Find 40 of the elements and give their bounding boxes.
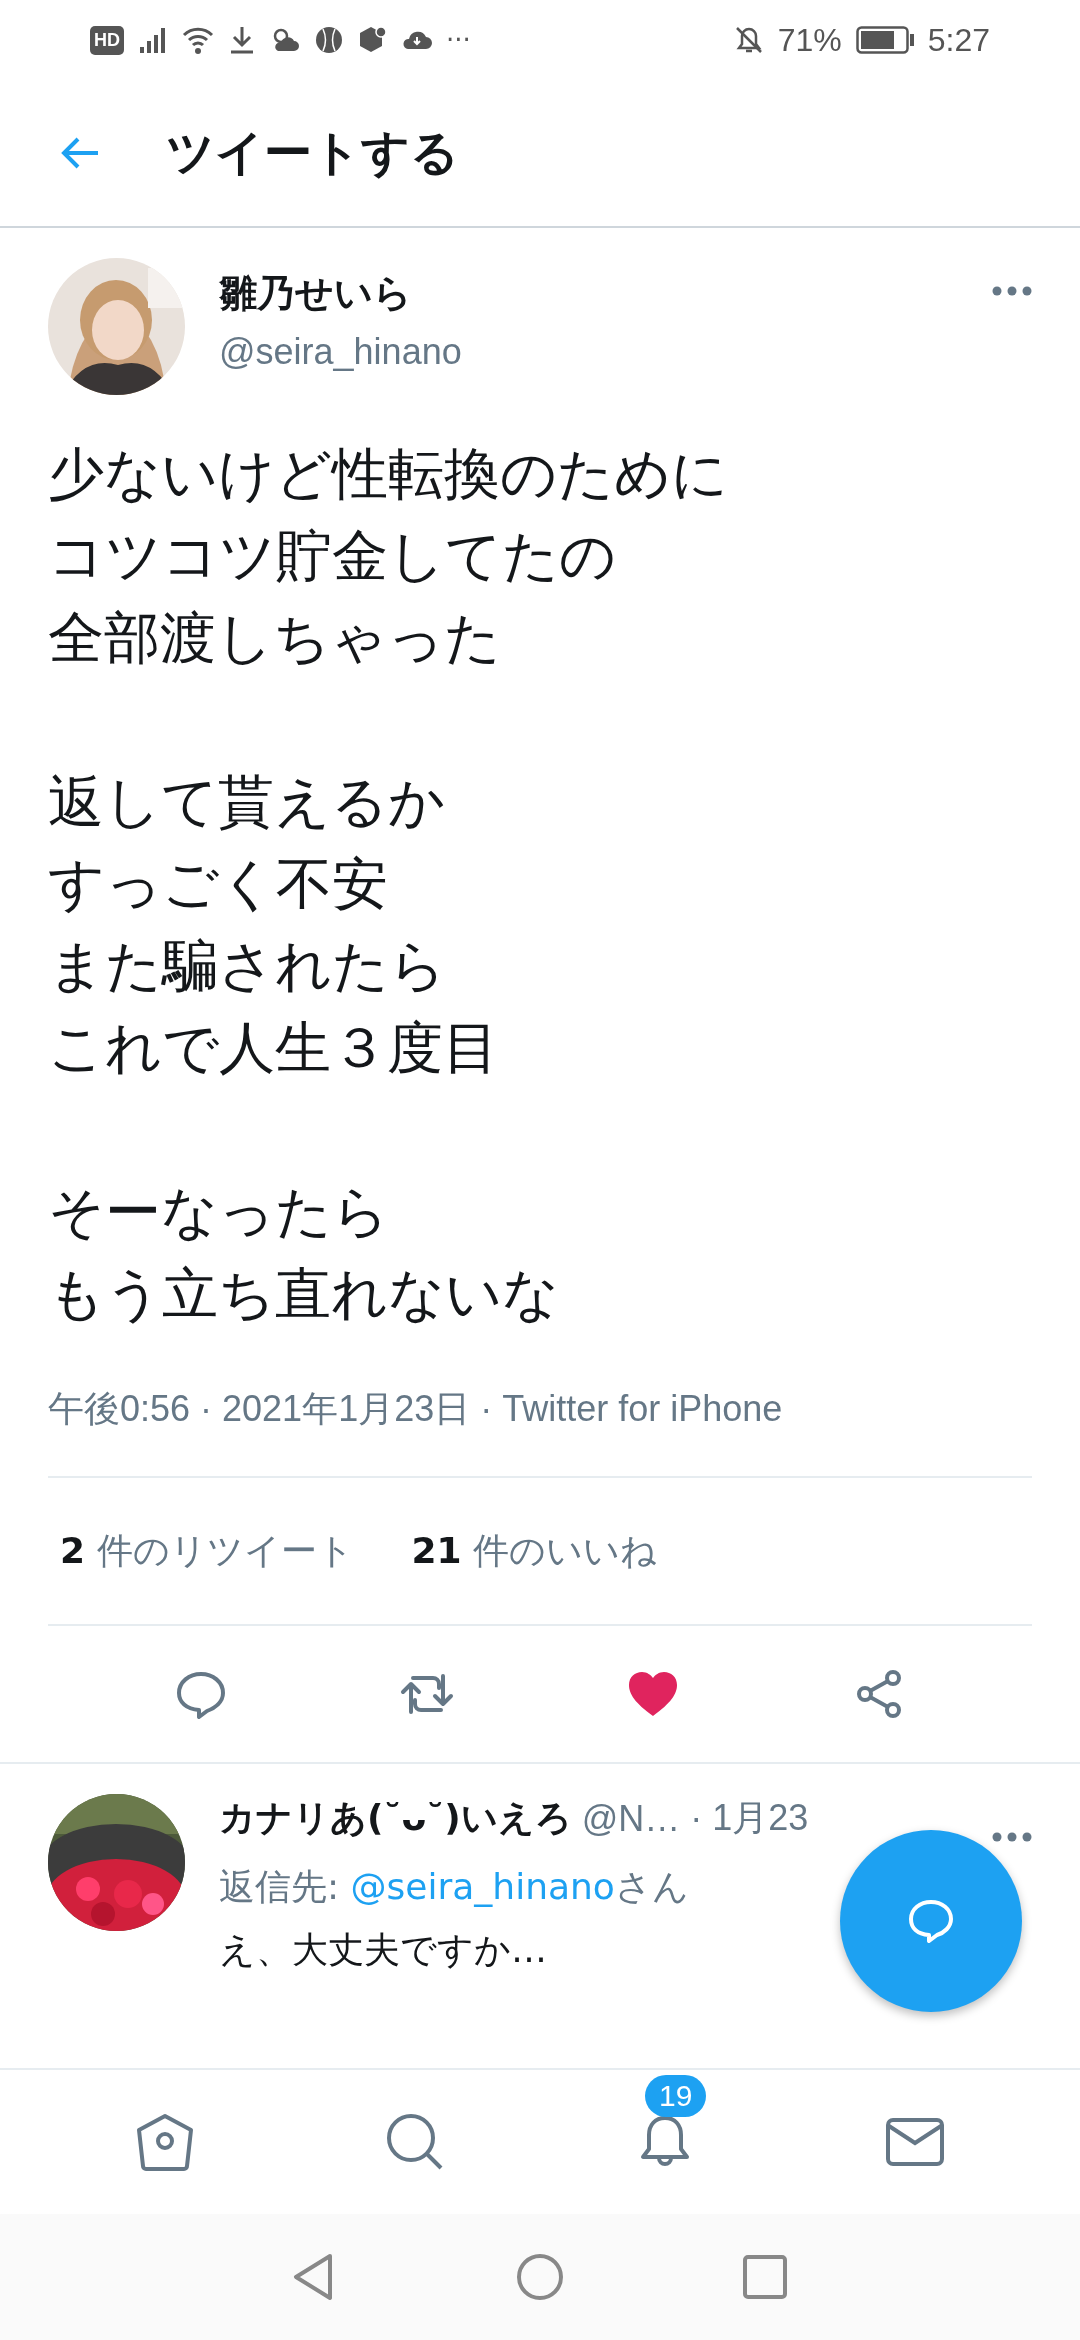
tweet-text-line: コツコツ貯金してたの (48, 522, 616, 590)
stat-count[interactable]: 21 件のいいね (411, 1526, 658, 1576)
home-nav-button[interactable] (515, 2252, 565, 2302)
more-notifications: ··· (446, 25, 471, 55)
more-button[interactable] (992, 286, 1032, 296)
notification-badge: 19 (645, 2075, 707, 2117)
reply-display-name: カナリあ(˘ᴗ˘)いえろ (219, 1796, 572, 1840)
tweet-text-line: 全部渡しちゃった (48, 604, 501, 672)
clock: 5:27 (927, 21, 990, 59)
reply-date: · 1月23 (690, 1796, 809, 1840)
user-handle: @seira_hinano (219, 331, 462, 373)
download-icon (228, 25, 256, 55)
page-title: ツイートする (166, 123, 459, 182)
square-icon (740, 2252, 790, 2302)
baseball-icon (314, 25, 344, 55)
wifi-icon (182, 25, 214, 55)
display-name: 雛乃せいら (219, 270, 412, 317)
hd-badge: HD (90, 25, 124, 55)
stat-count[interactable]: 2 件のリツイート (60, 1526, 354, 1576)
battery-icon (855, 26, 914, 54)
cube-icon (358, 25, 388, 55)
more-icon (992, 286, 1032, 296)
bell-off-icon (733, 25, 764, 55)
more-icon (992, 1832, 1032, 1842)
tweet-text-line: また騙されたら (48, 932, 446, 1000)
circle-icon (515, 2252, 565, 2302)
tweet-text-line: 少ないけど性転換のために (48, 440, 728, 508)
battery-percent: 71% (777, 21, 842, 59)
reply-handle: @N… (581, 1797, 681, 1840)
recents-nav-button[interactable] (740, 2252, 790, 2302)
tweet-timestamp: 午後0:56 · 2021年1月23日 · Twitter for iPhone (48, 1385, 1032, 1478)
tweet-text-line: これで人生３度目 (48, 1014, 499, 1082)
tweet-text-line: そーなったら (48, 1178, 389, 1246)
tweet-text-line: すっごく不安 (48, 850, 388, 918)
tweet-text-line: 返して貰えるか (48, 768, 445, 836)
reply-more-button[interactable] (992, 1832, 1032, 1842)
reply-text: え、大丈夫ですか… (219, 1928, 547, 1972)
reply-to-text: 返信先: @seira_hinanoさん (219, 1865, 689, 1909)
signal-icon (138, 25, 168, 55)
tweet-text-line: もう立ち直れないな (48, 1260, 559, 1328)
